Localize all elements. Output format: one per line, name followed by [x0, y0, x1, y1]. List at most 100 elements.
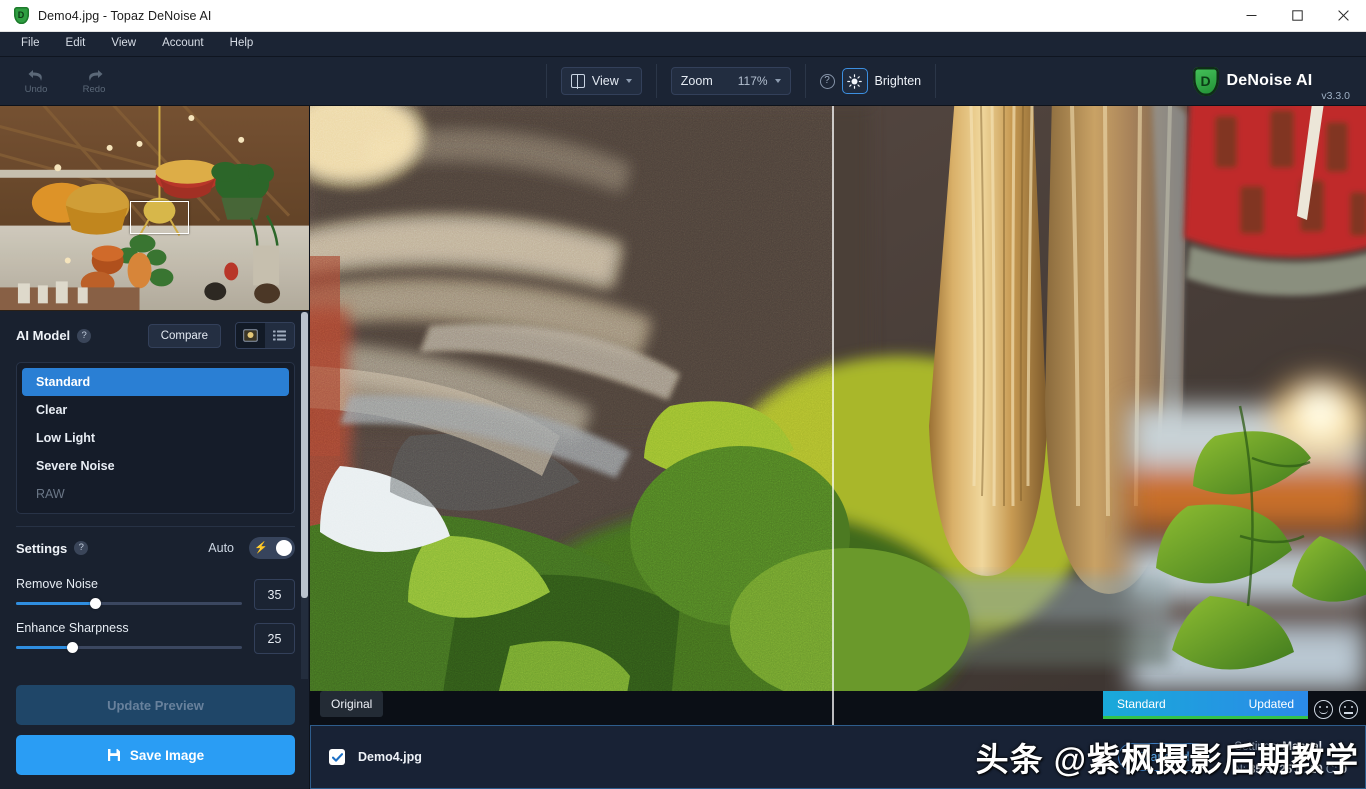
watermark-text: 头条 @紫枫摄影后期教学 — [975, 741, 1359, 778]
slider-body: Enhance Sharpness — [16, 621, 254, 653]
ai-model-title: AI Model — [16, 328, 71, 343]
eye-left — [1319, 706, 1322, 709]
maximize-button[interactable] — [1274, 0, 1320, 32]
compare-button[interactable]: Compare — [147, 323, 221, 348]
application-window: D Demo4.jpg - Topaz DeNoise AI File Edit… — [0, 0, 1366, 789]
zoom-button[interactable]: Zoom 117% — [670, 67, 791, 95]
brightness-icon — [847, 73, 862, 89]
ai-model-header: AI Model ? Compare — [0, 311, 309, 358]
view-button[interactable]: View — [560, 67, 642, 95]
denoise-shield-icon: D — [1192, 66, 1219, 96]
file-checkbox[interactable] — [329, 749, 345, 765]
slider-track[interactable] — [16, 598, 242, 609]
help-icon[interactable]: ? — [74, 541, 89, 555]
chevron-down-icon — [625, 79, 632, 83]
menu-view[interactable]: View — [98, 35, 149, 53]
brand-version: v3.3.0 — [1321, 90, 1350, 102]
original-badge: Original — [320, 691, 384, 717]
shield-letter: D — [17, 10, 25, 20]
left-panel: AI Model ? Compare Standard Clear Low Li… — [0, 106, 310, 789]
auto-label: Auto — [208, 541, 234, 555]
navigator-viewport-rect[interactable] — [130, 201, 189, 234]
smiley-face-icon[interactable] — [1314, 700, 1333, 719]
status-model-label: Standard — [1117, 696, 1166, 711]
lightning-icon: ⚡ — [254, 541, 268, 554]
model-item-standard[interactable]: Standard — [22, 368, 289, 396]
toolbar: Undo Redo View Zoom 117% ? Brighten D De… — [0, 57, 1366, 106]
sliders-container: Remove Noise 35 Enhance Sharpness 25 — [16, 570, 295, 658]
ai-model-list: Standard Clear Low Light Severe Noise RA… — [16, 362, 295, 514]
list-view-icon[interactable] — [265, 323, 294, 348]
slider-knob[interactable] — [89, 598, 101, 609]
menu-edit[interactable]: Edit — [53, 35, 99, 53]
slider-remove-noise: Remove Noise 35 — [16, 570, 295, 614]
slider-fill — [16, 602, 96, 605]
neutral-face-icon[interactable] — [1339, 700, 1358, 719]
brighten-toggle-button[interactable] — [841, 68, 868, 94]
help-icon[interactable]: ? — [819, 73, 835, 89]
brand-logo: D DeNoise AI v3.3.0 — [1192, 57, 1350, 105]
chevron-down-icon — [774, 79, 781, 83]
view-label: View — [591, 74, 619, 88]
model-item-clear[interactable]: Clear — [22, 396, 289, 424]
model-item-raw: RAW — [36, 487, 65, 501]
status-strip: Standard Updated — [1103, 691, 1308, 719]
menu-file[interactable]: File — [8, 35, 53, 53]
menu-account[interactable]: Account — [149, 35, 217, 53]
undo-button[interactable]: Undo — [14, 67, 58, 95]
slider-value-enhance-sharpness[interactable]: 25 — [254, 623, 295, 654]
image-preview-icon[interactable] — [236, 323, 265, 348]
slider-body: Remove Noise — [16, 577, 254, 609]
slider-enhance-sharpness: Enhance Sharpness 25 — [16, 614, 295, 658]
settings-title: Settings — [16, 540, 68, 556]
eye-right — [1350, 706, 1353, 709]
slider-track[interactable] — [16, 642, 242, 653]
preview-image — [310, 106, 1366, 691]
redo-label: Redo — [82, 84, 106, 95]
shield-icon: D — [13, 7, 29, 24]
update-preview-button[interactable]: Update Preview — [16, 685, 295, 725]
window-title: Demo4.jpg - Topaz DeNoise AI — [38, 8, 212, 23]
split-view-icon — [570, 73, 585, 89]
help-icon[interactable]: ? — [77, 328, 92, 343]
close-button[interactable] — [1320, 0, 1366, 32]
panel-scrollbar[interactable] — [301, 312, 308, 679]
before-after-split-handle[interactable] — [832, 106, 834, 725]
app-icon: D — [6, 7, 36, 24]
slider-knob[interactable] — [67, 642, 78, 653]
model-item-low-light[interactable]: Low Light — [22, 424, 289, 452]
redo-icon — [88, 70, 102, 81]
undo-label: Undo — [24, 84, 48, 95]
title-bar: D Demo4.jpg - Topaz DeNoise AI — [0, 0, 1366, 32]
navigator-thumbnail[interactable] — [0, 106, 309, 311]
zoom-label: Zoom — [680, 74, 713, 88]
save-image-label: Save Image — [129, 747, 205, 763]
file-name: Demo4.jpg — [358, 750, 422, 764]
zoom-group: Zoom 117% — [657, 57, 805, 105]
minimize-button[interactable] — [1228, 0, 1274, 32]
history-buttons: Undo Redo — [0, 67, 116, 95]
redo-button[interactable]: Redo — [72, 67, 116, 95]
slider-label: Remove Noise — [16, 577, 98, 591]
view-group: View — [547, 57, 656, 105]
slider-label: Enhance Sharpness — [16, 621, 129, 635]
scrollbar-thumb[interactable] — [301, 312, 308, 599]
undo-icon — [28, 70, 42, 81]
settings-header: Settings ? Auto ⚡ — [0, 527, 309, 567]
menu-help[interactable]: Help — [217, 35, 267, 53]
slider-value-remove-noise[interactable]: 35 — [254, 579, 295, 610]
save-image-button[interactable]: Save Image — [16, 735, 295, 775]
checkmark-icon — [331, 752, 343, 762]
eye-right — [1325, 706, 1328, 709]
brighten-group: ? Brighten — [806, 57, 936, 105]
mouth-flat — [1344, 712, 1353, 714]
view-mode-group — [235, 322, 295, 349]
main-area: AI Model ? Compare Standard Clear Low Li… — [0, 106, 1366, 789]
brighten-label: Brighten — [874, 74, 922, 88]
slider-fill — [16, 646, 73, 649]
image-canvas[interactable]: Original Standard Updated — [310, 106, 1366, 725]
model-item-severe-noise[interactable]: Severe Noise — [22, 452, 289, 480]
action-buttons: Update Preview Save Image — [0, 675, 309, 789]
auto-toggle[interactable]: ⚡ — [249, 537, 295, 559]
mouth-smile — [1319, 710, 1328, 714]
